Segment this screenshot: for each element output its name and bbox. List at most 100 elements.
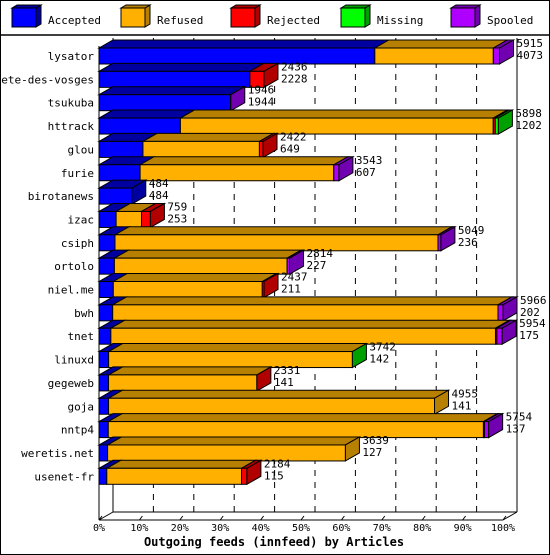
category-label: glou xyxy=(68,143,95,156)
value-label-accepted: 141 xyxy=(274,376,294,389)
category-label: bete-des-vosges xyxy=(0,73,94,86)
bar-segment-accepted xyxy=(98,304,114,322)
bar-segment-refused xyxy=(110,327,496,345)
bar-top-refused xyxy=(108,319,512,329)
bar-segment-accepted xyxy=(98,164,141,182)
x-tick xyxy=(138,515,143,521)
value-label-accepted: 236 xyxy=(458,236,478,249)
value-label-accepted: 484 xyxy=(149,189,169,202)
bar-segment-accepted xyxy=(98,70,251,88)
bar-segment-refused xyxy=(139,164,335,182)
x-tick-label: 50% xyxy=(292,523,310,534)
x-tick xyxy=(421,515,426,521)
value-label-accepted: 175 xyxy=(519,329,539,342)
bar-segment-refused xyxy=(112,304,499,322)
x-tick xyxy=(219,515,224,521)
legend-swatch-side xyxy=(35,4,42,28)
value-label-accepted: 2228 xyxy=(281,72,308,85)
category-label: linuxd xyxy=(54,354,94,367)
x-tick xyxy=(300,515,305,521)
bar-segment-accepted xyxy=(98,234,116,252)
bar-segment-refused xyxy=(107,421,484,439)
bar-segment-refused xyxy=(179,117,494,135)
bar-segment-refused xyxy=(108,374,258,392)
bar-top-refused xyxy=(106,389,451,399)
bar-segment-rejected xyxy=(141,210,151,228)
axis-corner xyxy=(98,511,114,521)
legend-swatch-side xyxy=(474,4,481,28)
legend-label-missing: Missing xyxy=(377,14,423,27)
x-tick xyxy=(462,515,467,521)
value-label-accepted: 137 xyxy=(506,423,526,436)
bar-segment-rejected xyxy=(258,140,264,158)
bar-segment-refused xyxy=(115,210,143,228)
x-tick xyxy=(381,515,386,521)
bar-segment-accepted xyxy=(98,257,115,275)
legend-label-accepted: Accepted xyxy=(48,14,101,27)
axis-corner xyxy=(502,511,518,521)
value-label-accepted: 649 xyxy=(280,142,300,155)
category-label: tnet xyxy=(68,330,95,343)
legend-label-rejected: Rejected xyxy=(267,14,320,27)
bar-segment-accepted xyxy=(98,327,112,345)
bar-segment-rejected xyxy=(241,467,248,485)
bar-segment-refused xyxy=(374,47,494,65)
value-label-accepted: 115 xyxy=(264,469,284,482)
category-label: bwh xyxy=(74,307,94,320)
value-label-accepted: 607 xyxy=(356,166,376,179)
legend-swatch-missing xyxy=(340,7,366,28)
category-label: weretis.net xyxy=(21,447,94,460)
bar-segment-refused xyxy=(106,467,243,485)
legend: Accepted Refused Rejected Missing Spooled xyxy=(10,4,533,28)
bar-top-accepted xyxy=(97,39,391,49)
bar-segment-accepted xyxy=(98,187,133,205)
category-label: usenet-fr xyxy=(34,470,94,483)
value-label-accepted: 1944 xyxy=(248,96,275,109)
category-label: httrack xyxy=(48,120,95,133)
bar-segment-accepted xyxy=(98,117,181,135)
bar-segment-accepted xyxy=(98,374,110,392)
value-label-accepted: 1202 xyxy=(515,119,542,132)
bar-segment-accepted xyxy=(98,281,114,298)
x-tick-label: 90% xyxy=(454,523,472,534)
value-label-accepted: 141 xyxy=(452,399,472,412)
x-tick-label: 20% xyxy=(171,523,189,534)
bar-top-refused xyxy=(141,132,276,142)
bar-top-refused xyxy=(106,413,500,423)
legend-swatch-rejected xyxy=(230,7,256,28)
bar-top-refused xyxy=(106,343,369,353)
bar-segment-accepted xyxy=(98,467,108,485)
value-label-accepted: 142 xyxy=(369,353,389,366)
bar-segment-accepted xyxy=(98,351,110,369)
bar-segment-accepted xyxy=(98,47,376,65)
bar-top-refused xyxy=(138,156,350,166)
bar-top-accepted xyxy=(97,62,266,72)
value-label-accepted: 127 xyxy=(362,446,382,459)
x-tick-labels: 0% 10% 20% 30% 40% 50% 60% 70% 80% 90% 100% xyxy=(93,515,515,534)
category-label: izac xyxy=(68,213,95,226)
value-label-accepted: 4073 xyxy=(517,49,544,62)
bar-segment-accepted xyxy=(98,94,232,112)
legend-swatch-accepted xyxy=(11,7,37,28)
value-label-accepted: 227 xyxy=(307,259,327,272)
bar-top-refused xyxy=(112,249,303,259)
bar-segment-refused xyxy=(114,234,439,252)
x-tick-label: 0% xyxy=(93,523,105,534)
bar-segment-spooled xyxy=(333,164,340,182)
legend-label-spooled: Spooled xyxy=(487,14,533,27)
category-label: birotanews xyxy=(28,190,94,203)
bar-segment-accepted xyxy=(98,140,144,158)
x-tick-label: 80% xyxy=(413,523,431,534)
legend-swatch-side xyxy=(144,4,151,28)
bar-segment-refused xyxy=(112,281,263,298)
bar-top-accepted xyxy=(97,109,197,119)
bar-segment-refused xyxy=(108,351,353,369)
bar-top-refused xyxy=(105,436,362,446)
x-tick xyxy=(260,515,265,521)
value-label-accepted: 253 xyxy=(167,212,187,225)
bar-segment-spooled xyxy=(497,304,504,322)
bar-top-refused xyxy=(178,109,510,119)
bar-segment-refused xyxy=(113,257,288,275)
value-label-accepted: 211 xyxy=(281,283,301,296)
bar-segment-spooled xyxy=(492,47,501,65)
